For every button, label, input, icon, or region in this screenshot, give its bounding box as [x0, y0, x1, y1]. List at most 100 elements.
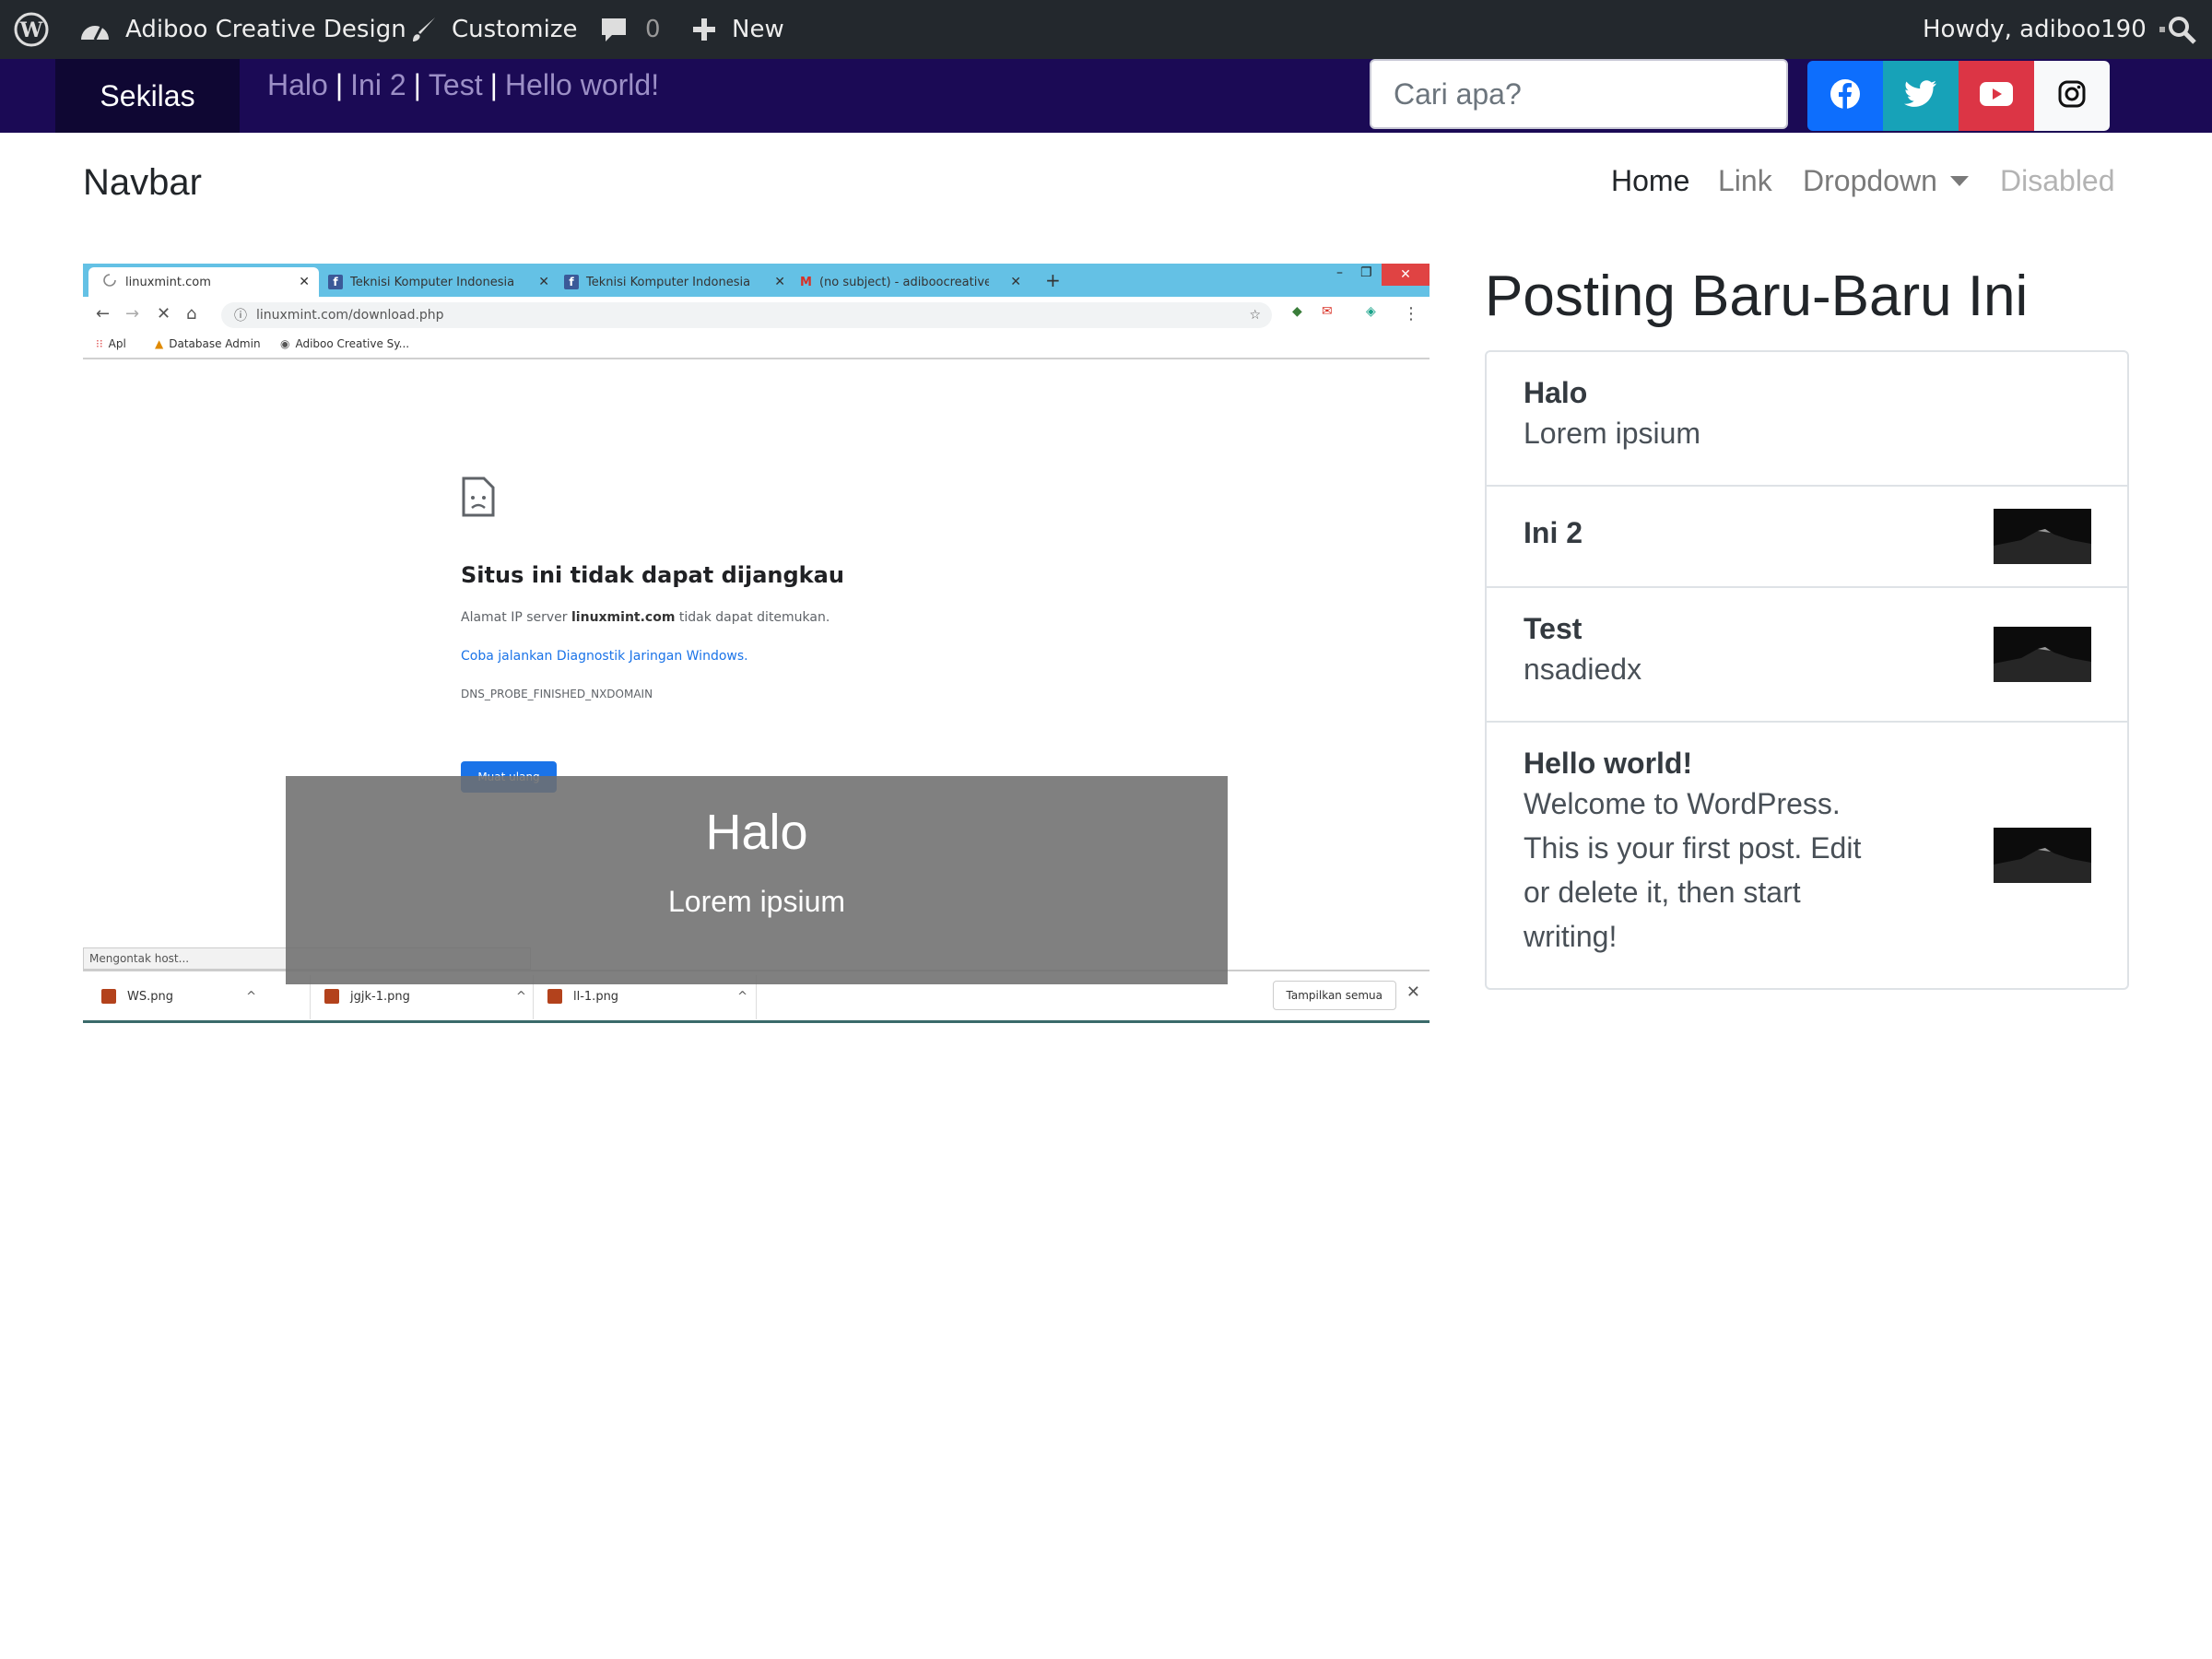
stop-icon: ✕ [157, 304, 171, 324]
back-arrow-icon: ← [96, 304, 111, 324]
post-excerpt: Lorem ipsium [1524, 417, 1701, 450]
image-file-icon [324, 989, 339, 1004]
carousel-caption-text: Lorem ipsium [667, 885, 846, 918]
error-code: DNS_PROBE_FINISHED_NXDOMAIN [461, 688, 653, 700]
database-icon: ▲ [155, 337, 164, 350]
my-account-link[interactable]: Howdy, adiboo190 [1923, 0, 2165, 59]
tab-title: linuxmint.com [125, 275, 211, 289]
nav-home[interactable]: Home [1611, 164, 1689, 198]
twitter-icon [1904, 79, 1937, 112]
bookmark-label: Apl [108, 337, 126, 350]
post-title: Test [1524, 612, 1583, 645]
mail-extension-icon: ✉ [1322, 304, 1333, 319]
wordpress-logo-icon[interactable]: W [13, 0, 50, 59]
loading-spinner-icon [103, 274, 116, 290]
image-file-icon [101, 989, 116, 1004]
nav-dropdown[interactable]: Dropdown [1803, 164, 1969, 198]
post-excerpt: nsadiedx [1524, 653, 1642, 686]
download-item: jgjk-1.png ^ [324, 982, 526, 1010]
close-icon: ✕ [1406, 982, 1420, 1002]
ticker-separator: | [489, 68, 498, 101]
bookmark: ◉ Adiboo Creative Sy... [280, 337, 409, 350]
minimize-icon: – [1336, 265, 1343, 280]
twitter-button[interactable] [1883, 61, 1959, 131]
close-icon: ✕ [538, 275, 549, 289]
chevron-up-icon: ^ [246, 989, 256, 1004]
star-icon: ☆ [1249, 308, 1261, 323]
recent-posts-list: Halo Lorem ipsium Ini 2 Test nsadiedx He… [1485, 350, 2129, 990]
wp-admin-bar: W Adiboo Creative Design Customize 0 New… [0, 0, 2212, 59]
customize-label: Customize [452, 16, 578, 43]
close-icon: ✕ [1010, 275, 1021, 289]
browser-tab: linuxmint.com ✕ [88, 267, 319, 297]
instagram-button[interactable] [2034, 61, 2110, 131]
chevron-up-icon: ^ [515, 989, 526, 1004]
nav-dropdown-label: Dropdown [1803, 164, 1937, 197]
bookmark-label: Adiboo Creative Sy... [295, 337, 410, 350]
diagnostics-link: Coba jalankan Diagnostik Jaringan Window… [461, 649, 748, 664]
error-host: linuxmint.com [571, 610, 676, 625]
comment-icon [599, 15, 629, 44]
browser-tab-strip: linuxmint.com ✕ f Teknisi Komputer Indon… [83, 264, 1430, 297]
browser-tab: f Teknisi Komputer Indonesia ✕ [328, 267, 559, 297]
nav-disabled: Disabled [2000, 164, 2115, 197]
error-title: Situs ini tidak dapat dijangkau [461, 562, 844, 588]
news-ticker: Halo | Ini 2 | Test | Hello world! [267, 68, 659, 102]
ticker-link-halo[interactable]: Halo [267, 68, 328, 101]
bookmark: ▲ Database Admin [155, 337, 261, 350]
apps-grid-icon: ⁝⁝ [96, 337, 103, 350]
avatar [2159, 27, 2165, 32]
new-content-link[interactable]: New [691, 0, 784, 59]
nav-link[interactable]: Link [1718, 164, 1772, 198]
close-icon: ✕ [774, 275, 785, 289]
download-item: WS.png ^ [101, 982, 256, 1010]
post-thumbnail [1994, 627, 2091, 682]
facebook-button[interactable] [1807, 61, 1883, 131]
navbar-brand[interactable]: Navbar [83, 162, 202, 204]
browser-tab: M (no subject) - adiboocreative@g ✕ [800, 267, 1030, 297]
comments-link[interactable]: 0 [599, 0, 661, 59]
plus-icon [691, 17, 717, 42]
new-tab-icon: + [1045, 269, 1061, 291]
howdy-label: Howdy, adiboo190 [1923, 16, 2147, 43]
facebook-icon [1830, 78, 1861, 114]
brush-icon [409, 15, 439, 44]
ticker-link-hello-world[interactable]: Hello world! [505, 68, 659, 101]
error-text-suffix: tidak dapat ditemukan. [675, 610, 830, 625]
sad-page-icon [461, 476, 496, 522]
svg-text:W: W [19, 18, 43, 42]
address-url: linuxmint.com/download.php [256, 308, 444, 323]
menu-dots-icon: ⋮ [1403, 304, 1419, 324]
new-label: New [732, 16, 784, 43]
ticker-link-ini-2[interactable]: Ini 2 [350, 68, 406, 101]
download-filename: WS.png [127, 989, 173, 1004]
close-icon: ✕ [1382, 264, 1430, 286]
recent-post-item[interactable]: Test nsadiedx [1487, 588, 2127, 723]
gmail-icon: M [800, 275, 812, 289]
ticker-link-test[interactable]: Test [429, 68, 483, 101]
facebook-icon: f [328, 275, 343, 289]
forward-arrow-icon: → [125, 304, 140, 324]
error-text-prefix: Alamat IP server [461, 610, 571, 625]
sekilas-label: Sekilas [55, 59, 240, 133]
recent-post-item[interactable]: Hello world! Welcome to WordPress. This … [1487, 723, 2127, 988]
customize-link[interactable]: Customize [409, 0, 577, 59]
address-bar: ⓘ linuxmint.com/download.php ☆ [221, 302, 1272, 328]
download-filename: ll-1.png [573, 989, 619, 1004]
search-icon[interactable] [2166, 0, 2197, 59]
home-icon: ⌂ [186, 304, 197, 324]
search-input[interactable]: Cari apa? [1370, 59, 1788, 129]
site-name-link[interactable]: Adiboo Creative Design [79, 0, 406, 59]
instagram-icon [2058, 80, 2086, 112]
bookmarks-bar: ⁝⁝ Apl ▲ Database Admin ◉ Adiboo Creativ… [83, 332, 1430, 359]
show-all-button: Tampilkan semua [1272, 981, 1396, 1010]
youtube-button[interactable] [1959, 61, 2034, 131]
download-item: ll-1.png ^ [547, 982, 747, 1010]
recent-post-item[interactable]: Halo Lorem ipsium [1487, 352, 2127, 487]
post-title: Hello world! [1524, 747, 1693, 780]
post-title: Halo [1524, 376, 1588, 409]
site-name: Adiboo Creative Design [125, 16, 406, 43]
facebook-icon: f [564, 275, 579, 289]
tab-title: (no subject) - adiboocreative@g [818, 275, 989, 289]
recent-post-item[interactable]: Ini 2 [1487, 487, 2127, 588]
